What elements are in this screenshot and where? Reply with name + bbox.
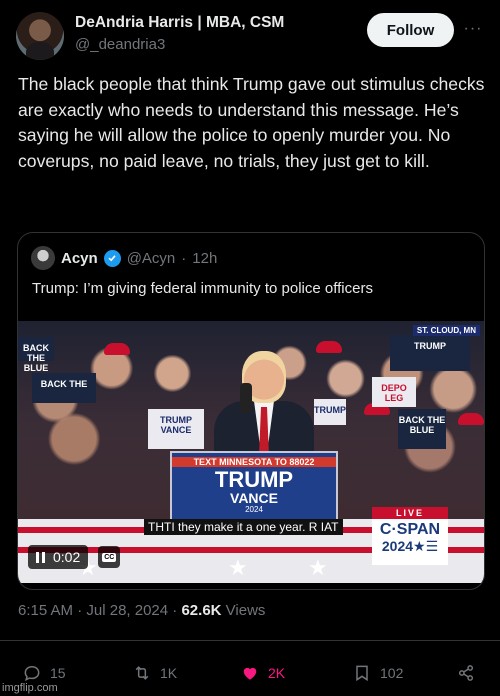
stage-star: ★	[228, 555, 248, 580]
retweet-count: 1K	[160, 665, 178, 681]
bookmark-button[interactable]: 102	[352, 660, 403, 686]
verified-badge-icon	[103, 249, 121, 267]
follow-button[interactable]: Follow	[367, 13, 454, 47]
network-name: C·SPAN	[379, 521, 441, 538]
video-time: 0:02	[53, 549, 81, 565]
share-button[interactable]	[456, 660, 476, 686]
tweet-meta: 6:15 AM · Jul 28, 2024 · 62.6K Views	[18, 602, 265, 619]
sign: BACK THE BLUE	[398, 409, 446, 449]
quoted-author-name[interactable]: Acyn	[61, 250, 98, 267]
reply-count: 15	[50, 665, 66, 681]
separator-dot: ·	[172, 602, 178, 619]
quoted-author-avatar[interactable]	[31, 246, 55, 270]
divider	[0, 640, 500, 641]
red-hat	[316, 341, 342, 353]
views-count: 62.6K	[181, 602, 222, 619]
video-player[interactable]: BACK THE BLUE BACK THE TRUMP VANCE TRUMP…	[18, 321, 484, 583]
red-hat	[458, 413, 484, 425]
like-button[interactable]: 2K	[240, 660, 285, 686]
cc-icon: CC	[102, 552, 117, 562]
quoted-author-handle[interactable]: @Acyn	[127, 250, 176, 267]
watermark: imgflip.com	[2, 682, 58, 694]
live-label: LIVE	[372, 507, 448, 519]
sign: TRUMP	[390, 335, 470, 371]
sign: BACK THE	[32, 373, 96, 403]
separator-dot: ·	[181, 249, 187, 267]
views-label: Views	[225, 602, 266, 619]
retweet-button[interactable]: 1K	[132, 660, 177, 686]
tweet-header: DeAndria Harris | MBA, CSM @_deandria3 F…	[16, 12, 484, 60]
author-avatar[interactable]	[16, 12, 64, 60]
podium-vance: VANCE	[230, 490, 278, 506]
more-options-icon[interactable]: ···	[462, 18, 484, 40]
location-label: ST. CLOUD, MN	[412, 325, 480, 336]
action-bar: 15 1K 2K 102	[0, 660, 500, 686]
quoted-tweet-text: Trump: I’m giving federal immunity to po…	[32, 280, 373, 297]
bookmark-count: 102	[380, 665, 404, 681]
sign: BACK THE BLUE	[18, 337, 54, 373]
retweet-icon	[135, 666, 149, 680]
captions-button[interactable]: CC	[98, 546, 121, 568]
heart-icon	[243, 667, 257, 680]
share-icon	[458, 665, 474, 681]
tweet-time[interactable]: 6:15 AM	[18, 602, 73, 619]
reply-icon	[24, 665, 40, 682]
pause-icon	[36, 551, 45, 563]
author-name[interactable]: DeAndria Harris | MBA, CSM	[75, 14, 284, 32]
like-count: 2K	[268, 665, 286, 681]
stage-star: ★	[308, 555, 328, 580]
video-controls: 0:02 CC	[28, 545, 121, 569]
quoted-tweet-time[interactable]: 12h	[192, 250, 217, 267]
tweet-text: The black people that think Trump gave o…	[18, 74, 485, 171]
sign: TRUMP VANCE	[148, 409, 204, 449]
podium-text-line: TEXT MINNESOTA TO 88022	[172, 457, 336, 467]
sign: DEPO LEG	[372, 377, 416, 407]
tweet-date[interactable]: Jul 28, 2024	[86, 602, 168, 619]
microphone	[240, 383, 252, 413]
bookmark-icon	[356, 665, 368, 682]
play-pause-button[interactable]: 0:02	[28, 545, 89, 569]
separator-dot: ·	[77, 602, 83, 619]
podium-year: 2024	[245, 505, 263, 514]
podium-trump: TRUMP	[214, 467, 294, 492]
author-handle[interactable]: @_deandria3	[75, 36, 165, 53]
network-year: 2024★☰	[381, 538, 439, 554]
sign: TRUMP	[314, 399, 346, 425]
video-caption: THTI they make it a one year. R IAT	[144, 519, 343, 535]
cspan-bug: LIVE C·SPAN 2024★☰	[372, 507, 448, 565]
red-hat	[104, 343, 130, 355]
quoted-tweet[interactable]: Acyn @Acyn · 12h Trump: I’m giving feder…	[17, 232, 485, 590]
quoted-tweet-header: Acyn @Acyn · 12h	[31, 246, 217, 270]
